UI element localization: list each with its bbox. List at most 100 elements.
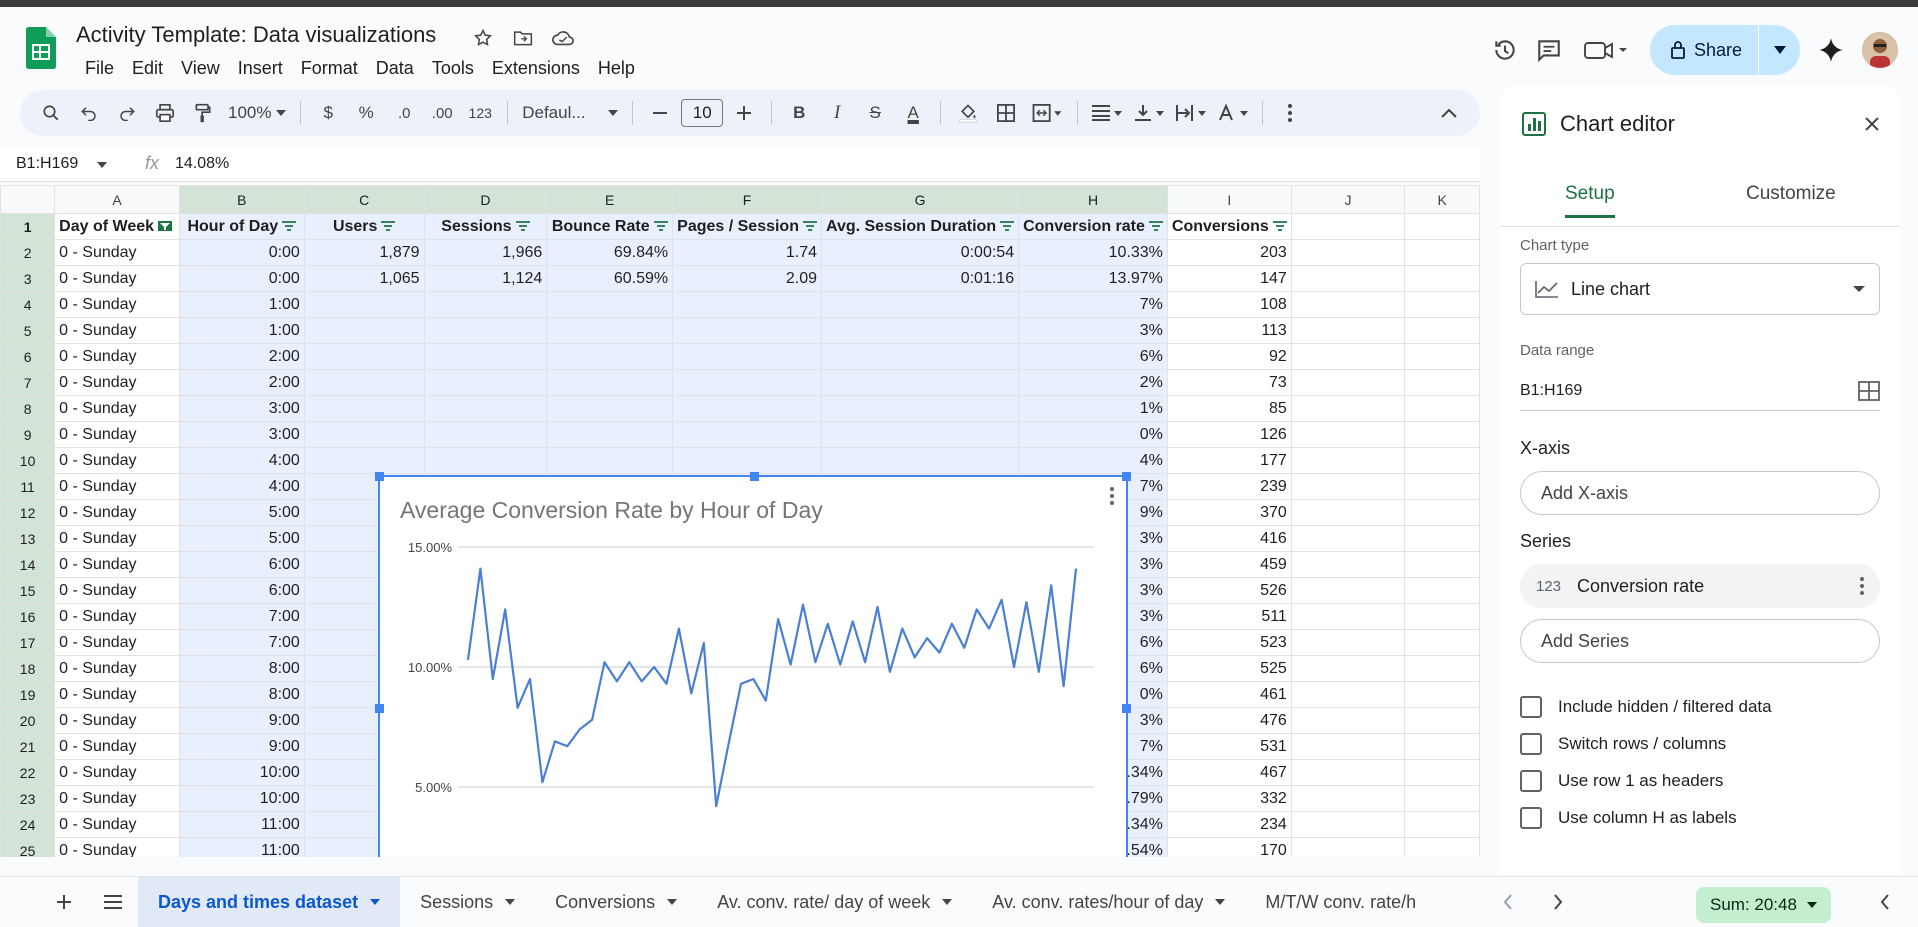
search-icon[interactable] xyxy=(34,96,68,130)
cell[interactable]: 92 xyxy=(1166,343,1292,370)
cell[interactable] xyxy=(1404,551,1480,578)
cell[interactable] xyxy=(546,369,674,396)
cell[interactable] xyxy=(423,291,548,318)
cell[interactable] xyxy=(1404,421,1480,448)
filter-icon[interactable] xyxy=(282,221,297,232)
checkbox-column-h-labels[interactable]: Use column H as labels xyxy=(1520,807,1737,829)
cell[interactable] xyxy=(546,395,674,422)
cell[interactable] xyxy=(546,421,674,448)
sheet-tab-conv-rate-day[interactable]: Av. conv. rate/ day of week xyxy=(697,877,972,927)
meet-camera-icon[interactable] xyxy=(1580,37,1632,63)
cell[interactable] xyxy=(1404,837,1480,857)
cell[interactable] xyxy=(1404,343,1480,370)
cell[interactable] xyxy=(303,395,425,422)
menu-insert[interactable]: Insert xyxy=(229,54,292,83)
cell[interactable]: 3:00 xyxy=(178,395,305,422)
row-header[interactable]: 11 xyxy=(0,473,56,500)
cell[interactable] xyxy=(1404,759,1480,786)
tab-customize[interactable]: Customize xyxy=(1746,183,1836,205)
cell[interactable]: 1:00 xyxy=(178,291,305,318)
cell[interactable]: 0 - Sunday xyxy=(54,811,180,838)
row-header[interactable]: 21 xyxy=(0,733,56,760)
series-line[interactable] xyxy=(466,567,1078,808)
move-folder-icon[interactable] xyxy=(510,25,536,51)
paint-format-icon[interactable] xyxy=(186,96,220,130)
cell[interactable]: 0 - Sunday xyxy=(54,369,180,396)
cell[interactable]: 3% xyxy=(1018,317,1168,344)
redo-icon[interactable] xyxy=(110,96,144,130)
cell[interactable] xyxy=(303,291,425,318)
cell[interactable]: 459 xyxy=(1166,551,1292,578)
menu-extensions[interactable]: Extensions xyxy=(483,54,589,83)
cell[interactable] xyxy=(546,447,674,474)
filter-icon[interactable] xyxy=(802,221,817,232)
cell[interactable]: 9:00 xyxy=(178,733,305,760)
cell[interactable] xyxy=(820,291,1020,318)
scroll-tabs-right-icon[interactable] xyxy=(1553,894,1563,915)
cell[interactable] xyxy=(672,447,822,474)
cell[interactable]: 1.74 xyxy=(672,239,822,266)
cell[interactable]: 526 xyxy=(1166,577,1292,604)
cell[interactable]: Bounce Rate xyxy=(546,213,674,240)
cell[interactable] xyxy=(1290,369,1406,396)
cell[interactable]: Pages / Session xyxy=(672,213,822,240)
cell[interactable] xyxy=(1290,811,1406,838)
cell[interactable]: 0:00 xyxy=(178,239,305,266)
cell[interactable]: 1,124 xyxy=(423,265,548,292)
text-color-button[interactable]: A xyxy=(896,96,930,130)
filter-active-icon[interactable] xyxy=(158,221,173,232)
cell[interactable]: 0 - Sunday xyxy=(54,655,180,682)
cell[interactable]: 0 - Sunday xyxy=(54,395,180,422)
cell[interactable]: 126 xyxy=(1166,421,1292,448)
row-header[interactable]: 20 xyxy=(0,707,56,734)
cell[interactable]: 2.09 xyxy=(672,265,822,292)
cell[interactable]: 7:00 xyxy=(178,629,305,656)
cell[interactable] xyxy=(1404,785,1480,812)
print-icon[interactable] xyxy=(148,96,182,130)
row-header[interactable]: 3 xyxy=(0,265,56,292)
scroll-tabs-left-icon[interactable] xyxy=(1503,894,1513,915)
cell[interactable]: 461 xyxy=(1166,681,1292,708)
cell[interactable]: 1,065 xyxy=(303,265,425,292)
cell[interactable]: 0 - Sunday xyxy=(54,239,180,266)
cell[interactable] xyxy=(672,343,822,370)
menu-view[interactable]: View xyxy=(172,54,229,83)
decrease-font-size-icon[interactable] xyxy=(643,96,677,130)
spreadsheet-grid[interactable]: A B C D E F G H I J K 1 Day of Week Hour o… xyxy=(0,185,1480,857)
filter-icon[interactable] xyxy=(1272,221,1287,232)
cell[interactable]: 5:00 xyxy=(178,499,305,526)
row-header[interactable]: 1 xyxy=(0,213,56,240)
sheet-tab-days-and-times[interactable]: Days and times dataset xyxy=(138,877,401,927)
chart-type-select[interactable]: Line chart xyxy=(1520,263,1880,315)
cell[interactable]: 7% xyxy=(1018,291,1168,318)
more-options-icon[interactable] xyxy=(1273,96,1307,130)
cell[interactable]: 0 - Sunday xyxy=(54,837,180,857)
cell[interactable] xyxy=(672,369,822,396)
cell[interactable]: 73 xyxy=(1166,369,1292,396)
cell[interactable] xyxy=(423,343,548,370)
cell[interactable] xyxy=(1404,291,1480,318)
cell[interactable] xyxy=(1290,785,1406,812)
cell[interactable]: Day of Week xyxy=(54,213,180,240)
cell[interactable] xyxy=(1290,317,1406,344)
cell[interactable]: Sessions xyxy=(423,213,548,240)
cell[interactable]: 108 xyxy=(1166,291,1292,318)
cell[interactable]: 170 xyxy=(1166,837,1292,857)
row-header[interactable]: 2 xyxy=(0,239,56,266)
cloud-saved-icon[interactable] xyxy=(550,25,576,51)
cell[interactable]: 10.33% xyxy=(1018,239,1168,266)
font-size-input[interactable]: 10 xyxy=(681,99,724,127)
cell[interactable] xyxy=(672,395,822,422)
filter-icon[interactable] xyxy=(381,221,396,232)
row-header[interactable]: 24 xyxy=(0,811,56,838)
row-header[interactable]: 16 xyxy=(0,603,56,630)
cell[interactable]: 11:00 xyxy=(178,811,305,838)
cell[interactable] xyxy=(1290,499,1406,526)
font-select[interactable]: Defaul... xyxy=(518,96,622,130)
cell[interactable] xyxy=(1404,525,1480,552)
checkbox-box[interactable] xyxy=(1520,696,1542,718)
column-header[interactable]: J xyxy=(1290,185,1406,214)
series-item-conversion-rate[interactable]: 123 Conversion rate xyxy=(1520,564,1880,608)
cell[interactable] xyxy=(303,343,425,370)
cell[interactable]: 69.84% xyxy=(546,239,674,266)
